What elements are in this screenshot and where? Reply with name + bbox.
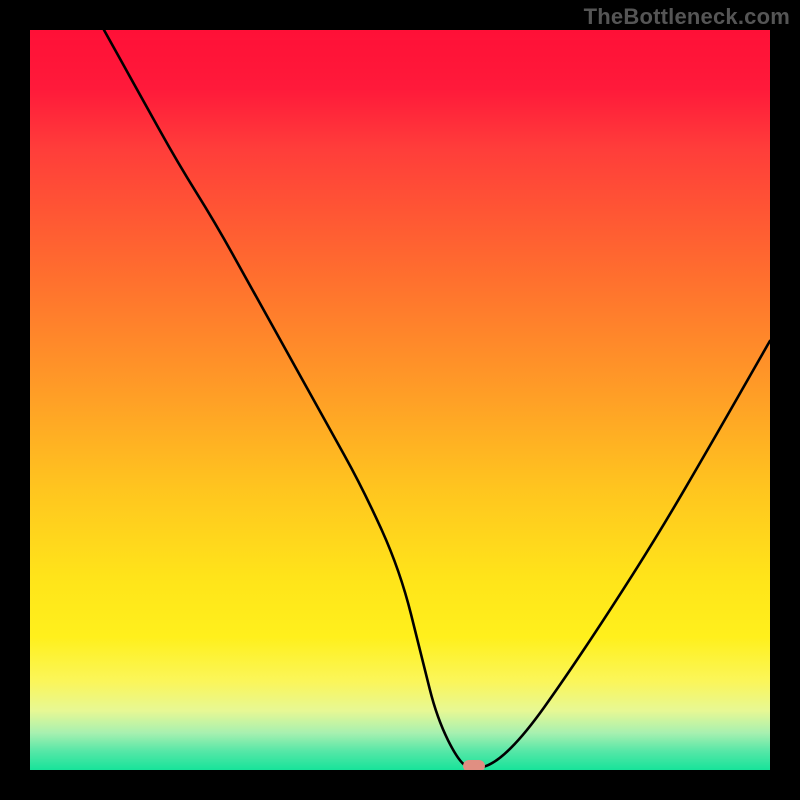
plot-area <box>30 30 770 770</box>
watermark-label: TheBottleneck.com <box>584 4 790 30</box>
minimum-marker <box>463 760 485 770</box>
chart-frame: TheBottleneck.com <box>0 0 800 800</box>
bottleneck-curve <box>30 30 770 770</box>
